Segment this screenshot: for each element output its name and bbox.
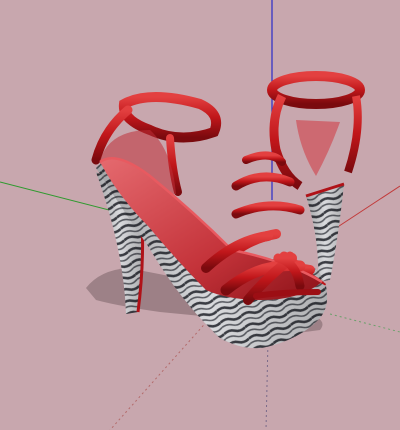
z-axis-dotted (265, 339, 269, 430)
x-axis-dotted (109, 317, 211, 430)
3d-viewport[interactable] (0, 0, 400, 430)
y-axis-dotted (329, 313, 400, 333)
right-ankle-strap (267, 71, 365, 109)
left-sandal (91, 92, 328, 349)
